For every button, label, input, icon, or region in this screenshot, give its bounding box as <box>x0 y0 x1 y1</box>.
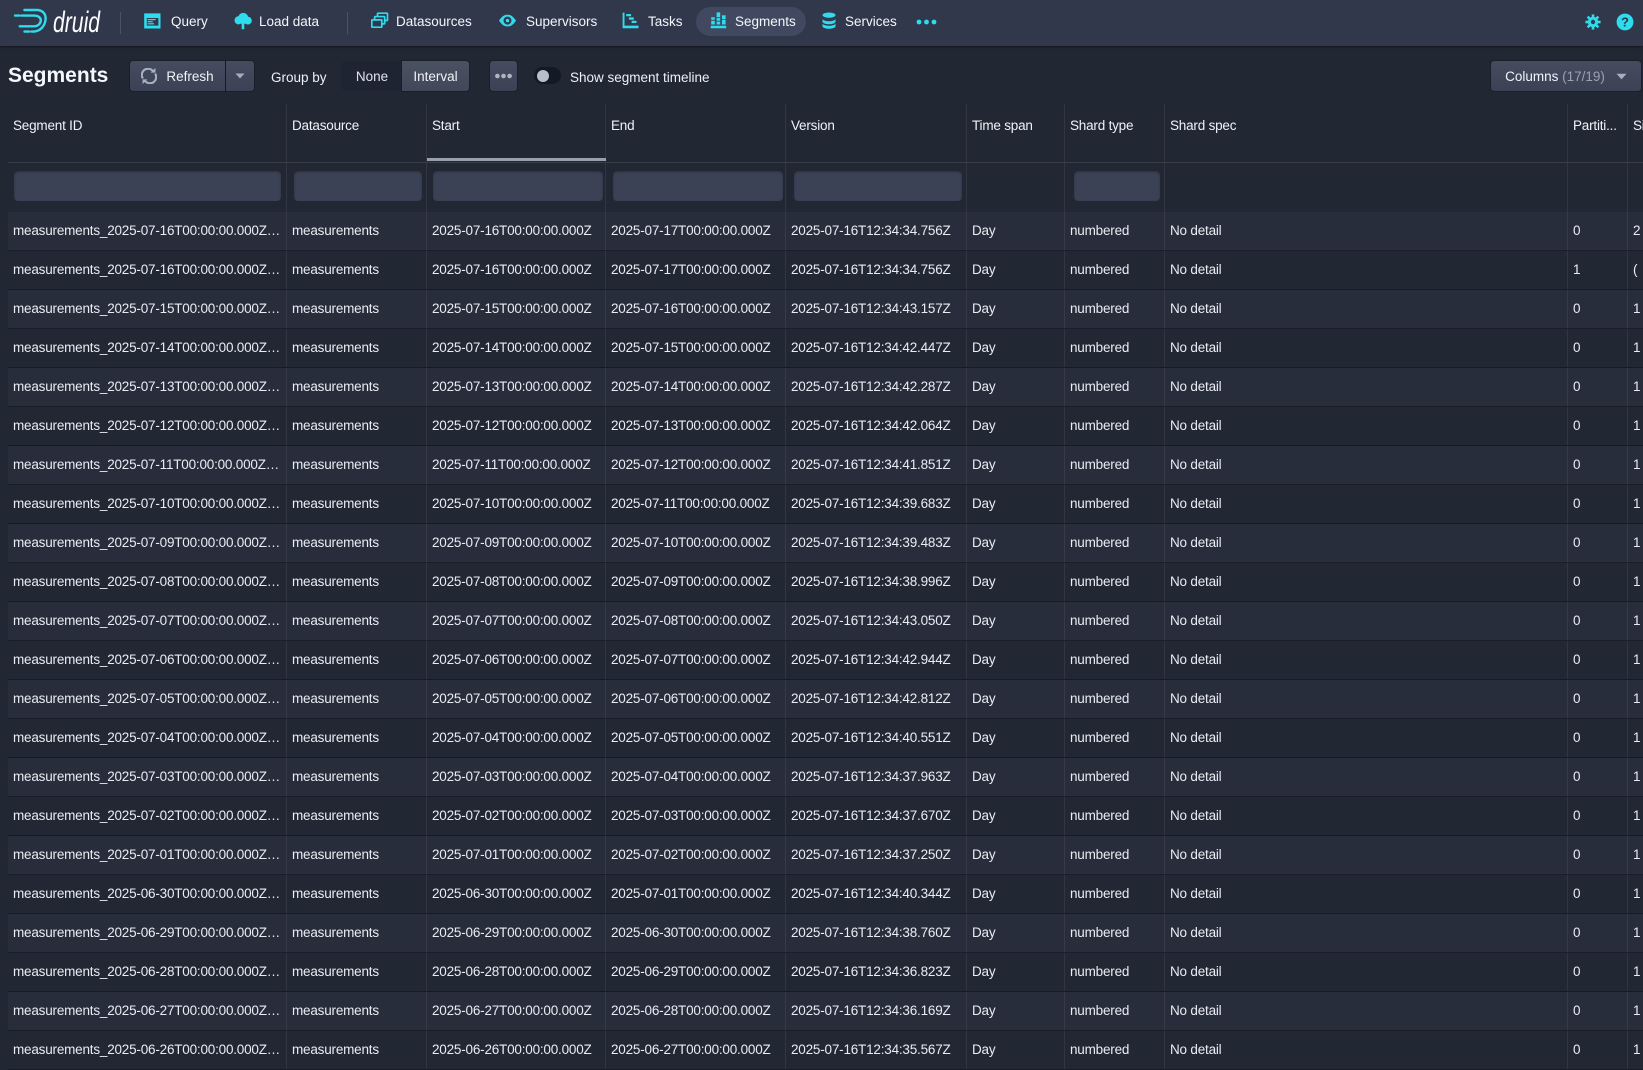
svg-text:?: ? <box>1621 15 1629 30</box>
